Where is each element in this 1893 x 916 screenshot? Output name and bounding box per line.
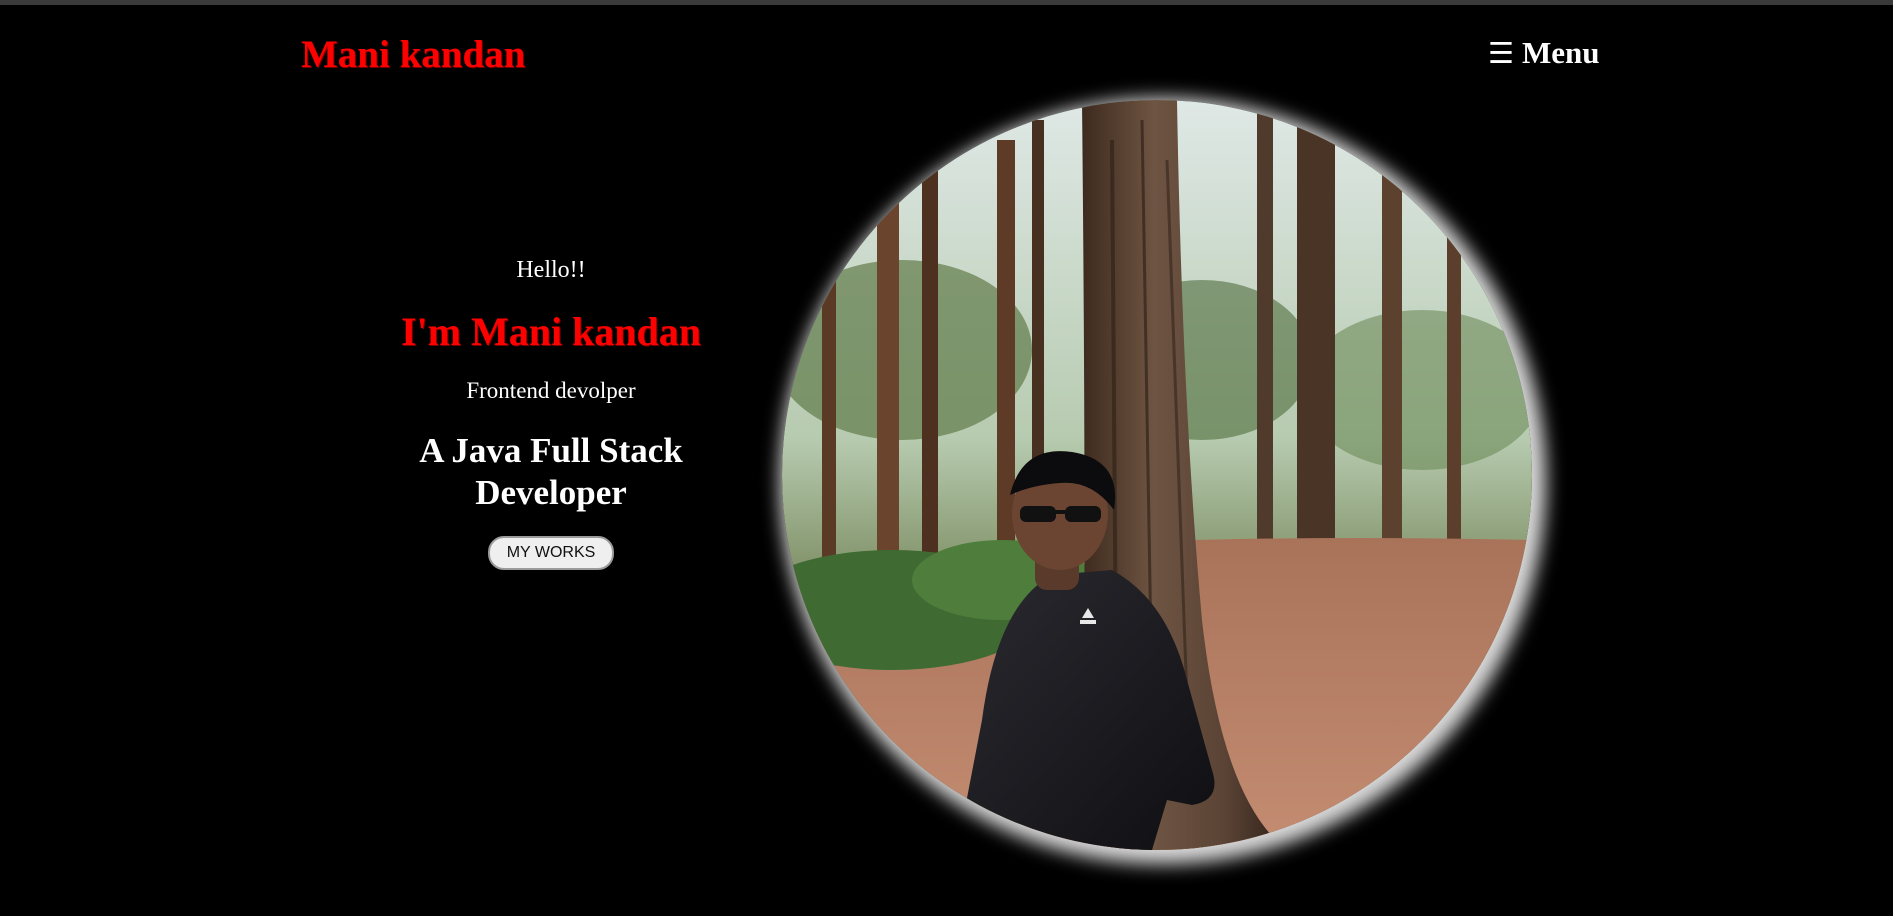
role-text: Frontend devolper <box>466 378 636 403</box>
menu-label: Menu <box>1522 35 1600 70</box>
tagline-line-2: Developer <box>475 473 627 512</box>
site-logo[interactable]: Mani kandan <box>301 32 525 78</box>
hero-intro: Hello!! I'm Mani kandan Frontend devolpe… <box>351 250 751 570</box>
tagline: A Java Full Stack Developer <box>351 430 751 514</box>
name-heading: I'm Mani kandan <box>400 309 702 354</box>
my-works-button[interactable]: MY WORKS <box>487 536 615 570</box>
browser-top-strip <box>0 0 1893 5</box>
greeting: Hello!! <box>516 257 586 283</box>
profile-photo <box>782 100 1532 850</box>
menu-button[interactable]: ☰ Menu <box>1488 33 1600 73</box>
hamburger-icon: ☰ <box>1488 36 1514 70</box>
forest-portrait-illustration <box>782 100 1532 850</box>
tagline-line-1: A Java Full Stack <box>419 431 683 470</box>
